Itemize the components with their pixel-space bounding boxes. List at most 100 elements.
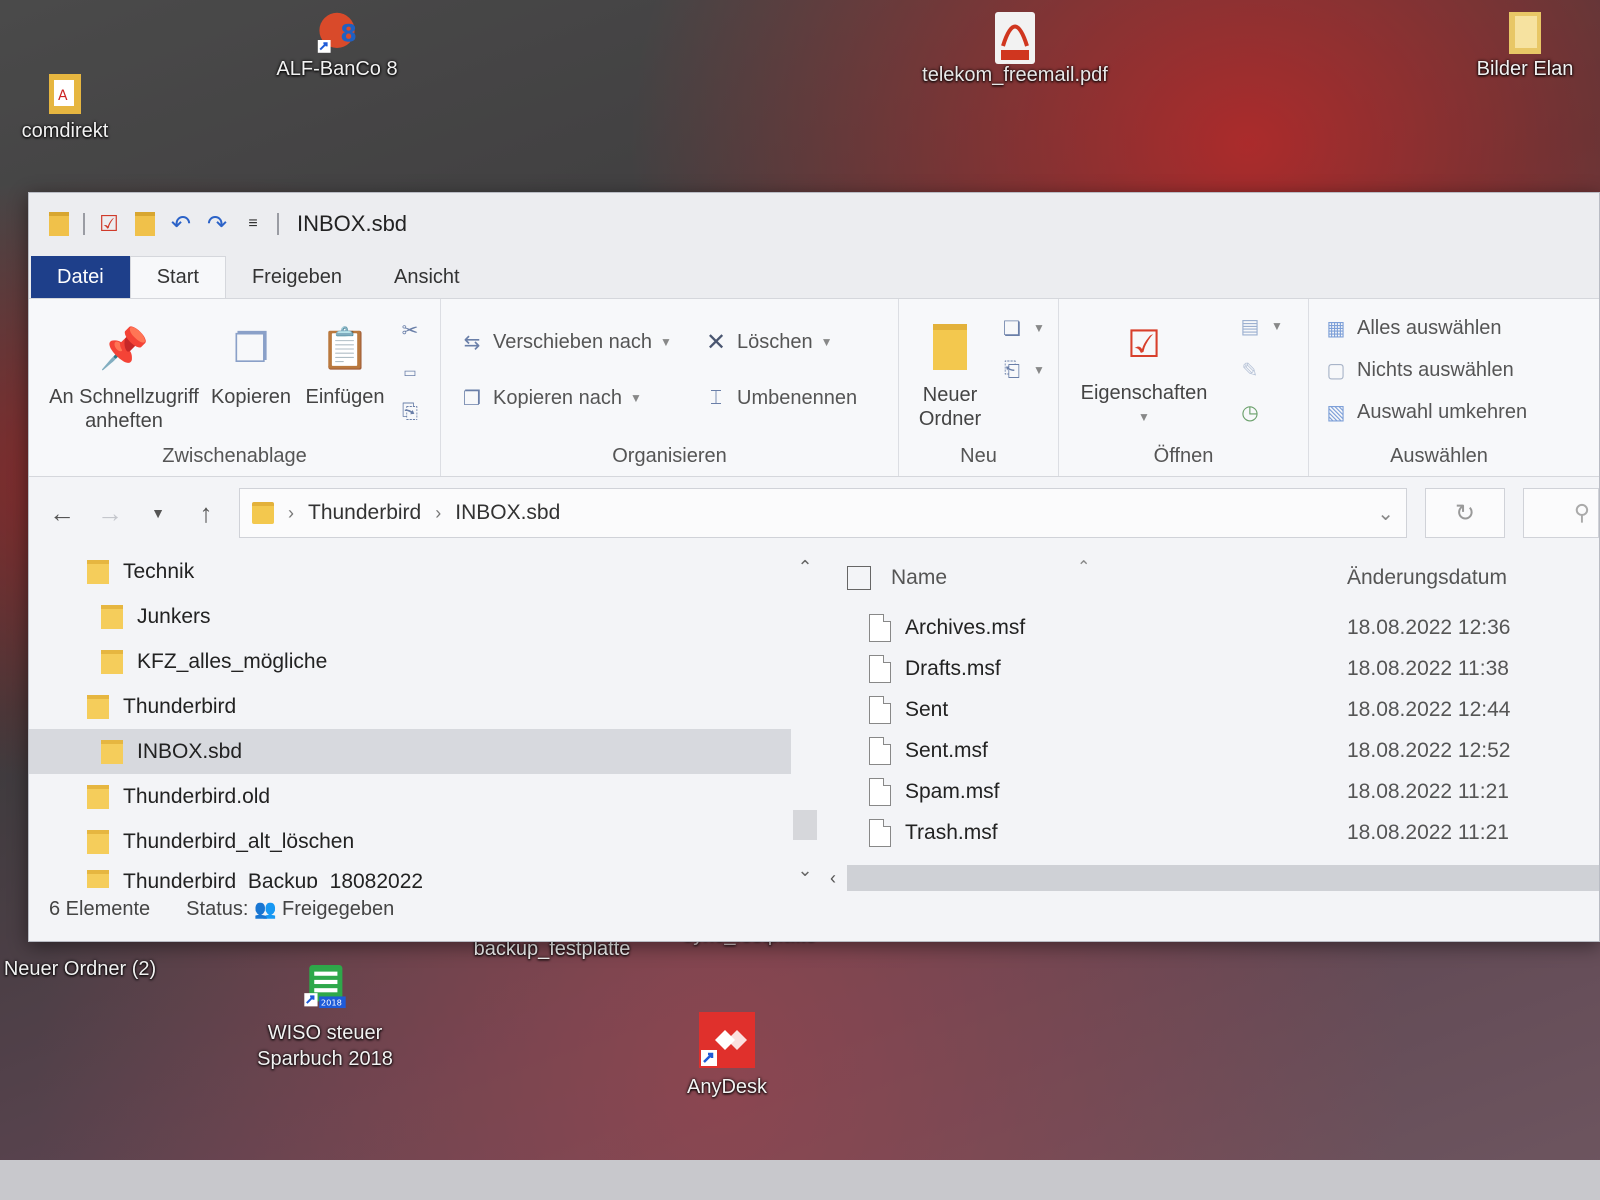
desktop-icon-telekom-pdf[interactable]: telekom_freemail.pdf: [890, 12, 1140, 88]
address-history-chevron-icon[interactable]: ⌄: [1377, 501, 1394, 526]
paste-shortcut-button[interactable]: ⎘: [397, 399, 423, 425]
file-icon: [869, 613, 891, 642]
file-name: Trash.msf: [905, 820, 998, 844]
file-row[interactable]: Drafts.msf 18.08.2022 11:38: [819, 648, 1599, 689]
tree-item[interactable]: Thunderbird_alt_löschen: [29, 819, 819, 864]
file-explorer-window[interactable]: ☑ ↶ ↷ ≡ INBOX.sbd Datei Start Freigeben …: [28, 192, 1600, 942]
file-icon: [869, 818, 891, 847]
copy-to-button[interactable]: ❐ Kopieren nach ▼: [459, 385, 642, 411]
tab-start[interactable]: Start: [129, 256, 226, 298]
back-arrow-icon[interactable]: ←: [47, 498, 77, 529]
group-label: Öffnen: [1153, 445, 1214, 467]
new-folder-button[interactable]: Neuer Ordner: [905, 319, 995, 431]
search-input[interactable]: ⚲: [1523, 488, 1599, 538]
file-list[interactable]: Name ⌃ Änderungsdatum Archives.msf 18.08.…: [819, 549, 1599, 891]
copy-button[interactable]: ❐ Kopieren: [205, 321, 297, 409]
breadcrumb-separator-icon: ›: [435, 502, 442, 523]
new-item-button[interactable]: ❏ ▼: [999, 315, 1045, 341]
file-date: 18.08.2022 11:21: [1347, 820, 1509, 844]
file-row[interactable]: Sent 18.08.2022 12:44: [819, 689, 1599, 730]
cut-button[interactable]: ✂: [397, 317, 423, 343]
ribbon: 📌 An Schnellzugriff anheften ❐ Kopieren …: [29, 299, 1599, 477]
edit-button[interactable]: ✎: [1237, 357, 1263, 383]
undo-icon[interactable]: ↶: [169, 211, 193, 238]
open-button[interactable]: ▤ ▼: [1237, 313, 1283, 339]
folder-icon: [1501, 8, 1549, 56]
customize-quick-access-icon[interactable]: ≡: [241, 211, 265, 237]
title-bar[interactable]: ☑ ↶ ↷ ≡ INBOX.sbd: [29, 193, 1599, 255]
redo-icon[interactable]: ↷: [205, 211, 229, 238]
desktop-icon-neuer-ordner[interactable]: Neuer Ordner (2): [0, 936, 160, 982]
navigation-pane[interactable]: Technik Junkers KFZ_alles_mögliche Thund…: [29, 549, 819, 889]
tab-freigeben[interactable]: Freigeben: [226, 256, 368, 298]
group-label: Neu: [960, 445, 997, 467]
select-all-button[interactable]: ▦ Alles auswählen: [1323, 315, 1502, 341]
tree-item[interactable]: Thunderbird: [29, 684, 819, 729]
move-to-button[interactable]: ⇆ Verschieben nach ▼: [459, 329, 672, 355]
delete-button[interactable]: ✕ Löschen ▼: [703, 329, 833, 356]
pin-quick-access-button[interactable]: 📌 An Schnellzugriff anheften: [39, 321, 209, 433]
breadcrumb-thunderbird[interactable]: Thunderbird: [308, 501, 421, 525]
new-folder-quick-icon[interactable]: [133, 211, 157, 237]
file-row[interactable]: Trash.msf 18.08.2022 11:21: [819, 812, 1599, 853]
scroll-up-icon[interactable]: ⌃: [797, 557, 812, 578]
desktop-icon-alf-banco[interactable]: 8 ALF-BanCo 8: [262, 8, 412, 82]
file-name: Spam.msf: [905, 779, 1000, 803]
file-icon: [869, 736, 891, 765]
properties-check-icon[interactable]: ☑: [97, 211, 121, 237]
tab-ansicht[interactable]: Ansicht: [368, 256, 486, 298]
tree-item[interactable]: Technik: [29, 549, 819, 594]
tree-item[interactable]: Thunderbird.old: [29, 774, 819, 819]
tree-item[interactable]: Thunderbird_Backup_18082022: [29, 864, 819, 888]
nav-scrollbar[interactable]: ⌃ ⌄: [791, 549, 819, 889]
scrollbar-thumb[interactable]: [793, 810, 817, 840]
properties-button[interactable]: ☑ Eigenschaften ▼: [1069, 317, 1219, 429]
taskbar-edge: [0, 1160, 1600, 1200]
chevron-down-icon: ▼: [660, 335, 672, 349]
scroll-down-icon[interactable]: ⌄: [797, 860, 812, 881]
tree-item[interactable]: Junkers: [29, 594, 819, 639]
invert-selection-button[interactable]: ▧ Auswahl umkehren: [1323, 399, 1528, 425]
tree-item[interactable]: KFZ_alles_mögliche: [29, 639, 819, 684]
desktop-icon-comdirekt[interactable]: A comdirekt: [10, 70, 120, 144]
content-area: Technik Junkers KFZ_alles_mögliche Thund…: [29, 549, 1599, 891]
tab-datei[interactable]: Datei: [31, 256, 130, 298]
file-row[interactable]: Sent.msf 18.08.2022 12:52: [819, 730, 1599, 771]
desktop-icon-wiso[interactable]: 2018 WISO steuer Sparbuch 2018: [240, 958, 410, 1072]
desktop-icon-bilder[interactable]: Bilder Elan: [1450, 8, 1600, 82]
file-row[interactable]: Archives.msf 18.08.2022 12:36: [819, 607, 1599, 648]
tree-item-label: Thunderbird: [123, 694, 237, 718]
tree-item-selected[interactable]: INBOX.sbd: [29, 729, 791, 774]
copy-icon: ❐: [233, 327, 269, 371]
address-bar[interactable]: › Thunderbird › INBOX.sbd ⌄: [239, 488, 1407, 538]
refresh-button[interactable]: ↻: [1425, 488, 1505, 538]
select-all-checkbox[interactable]: [847, 566, 871, 590]
history-button[interactable]: ◷: [1237, 399, 1263, 425]
scroll-left-icon[interactable]: ‹: [819, 868, 847, 889]
desktop-icon-anydesk[interactable]: AnyDesk: [652, 1010, 802, 1100]
scrollbar-thumb[interactable]: [847, 865, 1599, 891]
forward-arrow-icon[interactable]: →: [95, 498, 125, 529]
easy-access-button[interactable]: ⎗ ▼: [999, 357, 1045, 383]
copy-label: Kopieren: [210, 386, 292, 408]
tree-item-label: Thunderbird.old: [123, 784, 271, 808]
copy-path-button[interactable]: ▭: [397, 359, 423, 385]
chevron-down-icon: ▼: [1271, 319, 1283, 333]
breadcrumb-separator-icon: ›: [288, 502, 294, 523]
properties-icon: ☑: [1126, 324, 1162, 366]
tree-item-label: Thunderbird_Backup_18082022: [123, 870, 424, 888]
new-folder-icon: [927, 319, 973, 375]
svg-text:2018: 2018: [321, 998, 342, 1008]
file-row[interactable]: Spam.msf 18.08.2022 11:21: [819, 771, 1599, 812]
desktop-icon-label: telekom_freemail.pdf: [922, 64, 1108, 86]
select-none-button[interactable]: ▢ Nichts auswählen: [1323, 357, 1514, 383]
paste-button[interactable]: 📋 Einfügen: [297, 321, 393, 409]
column-header-name[interactable]: Name: [891, 566, 947, 590]
recent-locations-chevron-icon[interactable]: ▼: [143, 505, 173, 521]
horizontal-scrollbar[interactable]: ‹: [819, 863, 1599, 893]
column-header-date[interactable]: Änderungsdatum: [1347, 566, 1507, 590]
rename-button[interactable]: ⌶ Umbenennen: [703, 385, 857, 411]
chevron-down-icon: ▼: [1033, 363, 1045, 377]
breadcrumb-inbox[interactable]: INBOX.sbd: [455, 501, 560, 525]
up-arrow-icon[interactable]: ↑: [191, 498, 221, 529]
